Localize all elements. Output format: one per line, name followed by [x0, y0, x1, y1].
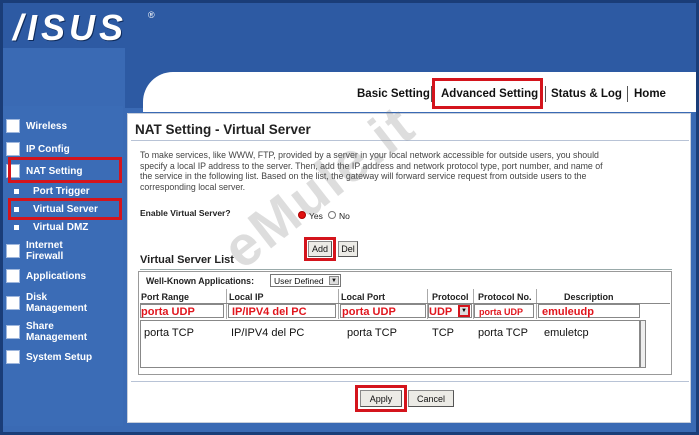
bullet-icon — [14, 224, 19, 230]
bullet-icon — [14, 188, 19, 194]
protocol-value: UDP — [429, 305, 453, 318]
square-icon — [6, 350, 20, 364]
square-icon — [6, 296, 20, 310]
highlight-advanced — [432, 78, 543, 109]
del-button[interactable]: Del — [338, 241, 358, 257]
page-title: NAT Setting - Virtual Server — [135, 122, 311, 137]
sidebar-item-label: Port Trigger — [33, 185, 90, 197]
square-icon — [6, 269, 20, 283]
highlight-apply — [355, 385, 407, 412]
chevron-down-icon: ▼ — [329, 276, 339, 285]
listbox-scrollbar[interactable] — [640, 320, 646, 368]
menu-divider — [545, 86, 546, 102]
col-header-local-port: Local Port — [341, 292, 386, 302]
local-port-value: porta UDP — [342, 305, 396, 318]
col-header-local-ip: Local IP — [229, 292, 264, 302]
menu-status-log[interactable]: Status & Log — [551, 86, 622, 102]
well-known-apps-label: Well-Known Applications: — [146, 276, 255, 286]
col-header-description: Description — [564, 292, 614, 302]
square-icon — [6, 244, 20, 258]
sidebar-item-virtual-dmz[interactable]: Virtual DMZ — [14, 219, 120, 235]
enable-virtual-server-label: Enable Virtual Server? — [140, 208, 231, 218]
highlight-add — [304, 237, 336, 261]
list-local-ip: IP/IPV4 del PC — [231, 327, 305, 339]
list-local-port: porta TCP — [347, 327, 397, 339]
square-icon — [6, 325, 20, 339]
sidebar-item-applications[interactable]: Applications — [6, 265, 118, 287]
col-divider — [536, 289, 537, 319]
sidebar-item-wireless[interactable]: Wireless — [6, 115, 118, 137]
col-divider — [338, 289, 339, 319]
sidebar-item-label: Disk Management — [26, 292, 88, 314]
sidebar-item-label: Wireless — [26, 120, 68, 132]
sidebar-item-internet-firewall[interactable]: Internet Firewall — [6, 239, 118, 263]
menu-divider — [627, 86, 628, 102]
col-divider — [226, 289, 227, 319]
virtual-server-list-title: Virtual Server List — [140, 254, 234, 266]
sidebar-item-label: Internet Firewall — [26, 240, 64, 262]
highlight-virtual-server — [8, 198, 122, 220]
sidebar-item-label: System Setup — [26, 351, 93, 363]
select-value: User Defined — [274, 275, 324, 286]
port-range-value: porta UDP — [141, 305, 195, 318]
brand-logo: /ISUS — [13, 7, 128, 48]
sidebar-item-label: IP Config — [26, 143, 70, 155]
sidebar-item-disk-management[interactable]: Disk Management — [6, 291, 118, 315]
sidebar-item-share-management[interactable]: Share Management — [6, 320, 118, 344]
menu-home[interactable]: Home — [634, 86, 666, 102]
sidebar-item-label: Virtual DMZ — [33, 221, 89, 233]
divider — [140, 269, 672, 270]
description-value: emuleudp — [542, 305, 594, 318]
cancel-button[interactable]: Cancel — [408, 390, 454, 407]
sidebar-item-port-trigger[interactable]: Port Trigger — [14, 183, 120, 199]
local-ip-value: IP/IPV4 del PC — [232, 305, 307, 318]
header-bar: /ISUS ® — [3, 3, 696, 48]
sidebar-item-label: Share Management — [26, 321, 88, 343]
sidebar-item-label: Applications — [26, 270, 87, 282]
list-description: emuletcp — [544, 327, 589, 339]
list-port-range: porta TCP — [144, 327, 194, 339]
radio-no-label: No — [339, 211, 350, 221]
chevron-down-icon[interactable]: ▼ — [458, 305, 470, 317]
col-header-protocol-no: Protocol No. — [478, 292, 532, 302]
list-protocol: TCP — [432, 327, 454, 339]
col-header-port-range: Port Range — [141, 292, 190, 302]
highlight-nat-setting — [8, 157, 122, 183]
divider — [131, 381, 689, 382]
col-header-protocol: Protocol — [432, 292, 469, 302]
registered-mark: ® — [148, 10, 155, 20]
list-protocol-no: porta TCP — [478, 327, 528, 339]
well-known-apps-select[interactable]: User Defined ▼ — [270, 274, 341, 287]
sidebar-item-system-setup[interactable]: System Setup — [6, 346, 118, 368]
protocol-no-value: porta UDP — [479, 306, 524, 317]
square-icon — [6, 142, 20, 156]
square-icon — [6, 119, 20, 133]
